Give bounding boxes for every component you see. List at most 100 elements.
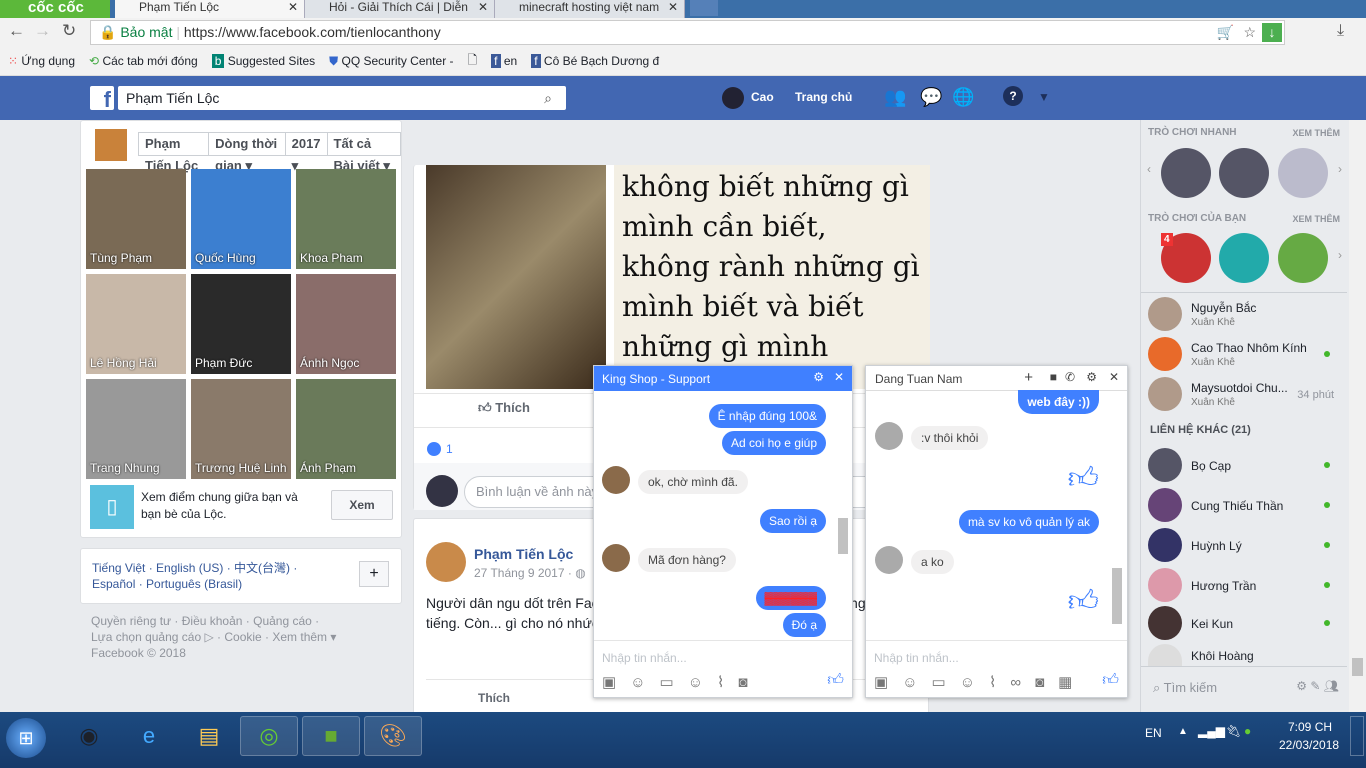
message-input[interactable]: Nhập tin nhắn... <box>874 651 959 665</box>
bookmark-suggested[interactable]: b Suggested Sites <box>211 54 315 68</box>
friend-photo[interactable]: Quốc Hùng <box>191 169 291 269</box>
game-icon[interactable] <box>1278 148 1328 198</box>
chevron-right-icon[interactable]: › <box>1338 162 1342 176</box>
bookmark-qq[interactable]: ⛊ QQ Security Center - <box>329 54 453 69</box>
contact-item[interactable]: Huỳnh Lý <box>1148 528 1348 564</box>
gif-icon[interactable]: ▭ <box>932 673 946 691</box>
chevron-left-icon[interactable]: ‹ <box>1147 162 1151 176</box>
post-image-quote[interactable]: không biết những gì mình cần biết, không… <box>614 165 930 389</box>
clock-date[interactable]: 22/03/2018 <box>1279 738 1339 752</box>
game-icon[interactable] <box>1161 148 1211 198</box>
tab[interactable]: minecraft hosting việt nam ✕ <box>495 0 685 18</box>
network-icon[interactable]: ▂▄▆ <box>1198 724 1225 738</box>
sidebar-options-icons[interactable]: ⚙ ✎ 👥︎ <box>1296 679 1339 693</box>
power-icon[interactable]: 🔌︎ <box>1226 724 1241 738</box>
close-tab-icon[interactable]: ✕ <box>668 0 678 14</box>
coccoc-taskbar-icon[interactable]: ◎ <box>240 716 298 756</box>
friend-photo[interactable]: Phạm Đức <box>191 274 291 374</box>
bookmark-recent-tabs[interactable]: ⟲ Các tab mới đóng <box>89 54 198 68</box>
add-language-button[interactable]: + <box>359 561 389 587</box>
chat-header[interactable]: Dang Tuan Nam + ■ ✆ ⚙ ✕ <box>866 366 1127 391</box>
like-button[interactable]: Thích <box>478 691 510 705</box>
like-count[interactable]: 1 <box>446 442 453 456</box>
camera-icon[interactable]: ◙ <box>1035 674 1044 691</box>
chevron-right-icon[interactable]: › <box>1338 248 1342 262</box>
message-input[interactable]: Nhập tin nhắn... <box>602 651 687 665</box>
friend-photo[interactable]: Ánhh Ngọc <box>296 274 396 374</box>
profile-thumbnail[interactable] <box>95 129 127 161</box>
coccoc-logo[interactable]: cốc cốc <box>0 0 110 18</box>
close-tab-icon[interactable]: ✕ <box>288 0 298 14</box>
new-tab-button[interactable] <box>690 0 718 16</box>
game-icon[interactable] <box>1219 233 1269 283</box>
gear-icon[interactable]: ⚙ <box>1086 370 1097 384</box>
timeline-dropdown[interactable]: Dòng thời gian ▾ <box>209 133 286 173</box>
friend-photo[interactable]: Khoa Pham <box>296 169 396 269</box>
friend-requests-icon[interactable]: 👥 <box>884 87 906 108</box>
tray-expand-icon[interactable]: ▲ <box>1178 726 1188 737</box>
clock-time[interactable]: 7:09 CH <box>1288 720 1332 734</box>
explorer-taskbar-icon[interactable]: ▤ <box>180 716 238 756</box>
chat-scrollbar[interactable] <box>838 518 848 554</box>
contact-item[interactable]: Bọ Cạp <box>1148 448 1348 484</box>
photo-icon[interactable]: ▣ <box>602 673 616 691</box>
start-button[interactable]: ⊞ <box>6 718 46 758</box>
like-button[interactable]: 👍︎ Thích <box>478 400 530 416</box>
author-avatar[interactable] <box>426 542 466 582</box>
close-tab-icon[interactable]: ✕ <box>478 0 488 14</box>
add-icon[interactable]: + <box>1024 369 1033 386</box>
like-reaction-icon[interactable] <box>427 442 441 456</box>
bookmark-co-be[interactable]: f Cô Bé Bạch Dương đ <box>531 54 659 68</box>
sticker-icon[interactable]: ☺ <box>902 674 917 691</box>
notifications-globe-icon[interactable]: 🌐 <box>952 87 974 108</box>
star-icon[interactable]: ☆ <box>1243 21 1256 44</box>
chevron-down-icon[interactable]: ▼ <box>1038 90 1050 104</box>
phone-icon[interactable]: ✆ <box>1065 370 1075 384</box>
camera-icon[interactable]: ◙ <box>738 674 747 691</box>
language-indicator[interactable]: EN <box>1145 726 1162 740</box>
game-icon[interactable] <box>1278 233 1328 283</box>
footer-line[interactable]: Lựa chọn quảng cáo ▷ · Cookie · Xem thêm… <box>91 629 391 645</box>
bookmark-en[interactable]: f en <box>491 54 517 68</box>
year-dropdown[interactable]: 2017 ▾ <box>286 133 328 173</box>
search-icon[interactable]: ⌕ <box>544 86 552 110</box>
gear-icon[interactable]: ⚙ <box>813 370 824 384</box>
search-input[interactable]: Phạm Tiến Lộc ⌕ <box>118 86 566 110</box>
friend-photo[interactable]: Trang Nhung <box>86 379 186 479</box>
emoji-icon[interactable]: ☺ <box>688 674 703 691</box>
table-icon[interactable]: ▦ <box>1058 673 1072 691</box>
forward-icon[interactable]: → <box>34 21 51 41</box>
ie-taskbar-icon[interactable]: e <box>120 716 178 756</box>
see-more-link[interactable]: XEM THÊM <box>1292 128 1340 138</box>
link-icon[interactable]: ∞ <box>1010 674 1021 691</box>
chat-title[interactable]: Dang Tuan Nam <box>875 372 962 386</box>
reload-icon[interactable]: ↻ <box>62 21 76 41</box>
page-scrollbar[interactable] <box>1349 120 1366 712</box>
minecraft-taskbar-icon[interactable]: ■ <box>302 716 360 756</box>
language-links[interactable]: Tiếng Việt · English (US) · 中文(台灣) · Esp… <box>92 560 337 592</box>
friend-photo[interactable]: Lê Hồng Hải <box>86 274 186 374</box>
url-text[interactable]: https://www.facebook.com/tienlocanthony <box>184 24 441 40</box>
profile-link[interactable]: Cao <box>751 90 774 104</box>
tab-active[interactable]: Phạm Tiến Lộc ✕ <box>115 0 305 18</box>
friend-photo[interactable]: Trương Huệ Linh <box>191 379 291 479</box>
contact-item[interactable]: Cao Thao Nhôm Kính Xuân Khê <box>1148 337 1348 373</box>
post-date[interactable]: 27 Tháng 9 2017 · ◍ <box>474 566 586 580</box>
post-author[interactable]: Phạm Tiến Lộc <box>474 546 573 562</box>
sidebar-search-input[interactable]: ⌕ Tìm kiếm <box>1153 680 1217 696</box>
paint-taskbar-icon[interactable]: 🎨︎ <box>364 716 422 756</box>
attach-icon[interactable]: ⌇ <box>717 673 724 691</box>
contact-item[interactable]: Khôi Hoàng <box>1148 644 1348 666</box>
contact-item[interactable]: Maysuotdoi Chu... Xuân Khê 34 phút <box>1148 377 1348 413</box>
video-call-icon[interactable]: ■ <box>1050 370 1057 384</box>
posts-filter-dropdown[interactable]: Tất cả Bài viết ▾ <box>328 133 400 173</box>
close-icon[interactable]: ✕ <box>1109 370 1119 384</box>
idm-icon[interactable]: ● <box>1244 724 1251 738</box>
friend-photo[interactable]: Ánh Phạm <box>296 379 396 479</box>
photo-icon[interactable]: ▣ <box>874 673 888 691</box>
see-more-link[interactable]: XEM THÊM <box>1292 214 1340 224</box>
cart-icon[interactable]: 🛒 <box>1217 21 1234 44</box>
post-image-portrait[interactable] <box>426 165 606 389</box>
thumbs-up-icon[interactable]: 👍︎ <box>1102 671 1119 690</box>
chat-header[interactable]: King Shop - Support ⚙ ✕ <box>594 366 852 391</box>
